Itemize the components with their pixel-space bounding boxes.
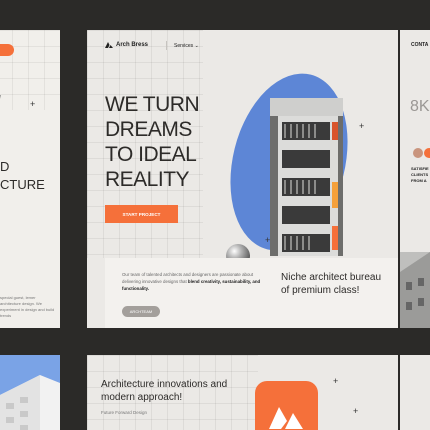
left-preview-text: special guest, lemer architecture design… <box>0 295 55 318</box>
about-panel: Our team of talented architects and desi… <box>105 258 398 328</box>
nav-services-label: Services <box>174 43 194 49</box>
left-cta-button[interactable] <box>0 44 14 56</box>
nav-services-menu[interactable]: Services ⌄ <box>174 43 199 49</box>
tagline: Niche architect bureau of premium class! <box>281 272 382 296</box>
plus-icon: + <box>333 376 339 386</box>
brand-name: Arch Bress <box>116 42 149 48</box>
building-photo <box>270 98 343 256</box>
avatar <box>424 148 430 158</box>
start-project-button[interactable]: START PROJECT <box>105 205 178 223</box>
hero-card: Arch Bress Services ⌄ WE TURN DREAMS TO … <box>87 30 398 328</box>
left-preview-title: D CTURE <box>0 159 45 192</box>
logo-icon <box>105 42 113 48</box>
archteam-tag[interactable]: ARCHTEAM <box>122 306 160 317</box>
logo-icon <box>269 407 303 429</box>
contact-link[interactable]: CONTA <box>411 42 428 48</box>
building-thumbnail <box>400 252 430 328</box>
innovation-subtitle: Future Forward Design <box>101 410 148 415</box>
showcase-canvas: + D CTURE special guest, lemer architect… <box>0 0 430 430</box>
chevron-down-icon: ⌄ <box>194 43 199 49</box>
bottom-right-preview-card <box>400 355 430 430</box>
building-sketch-icon <box>0 95 1 99</box>
brand-logo[interactable]: Arch Bress <box>105 42 148 48</box>
innovation-title: Architecture innovations and modern appr… <box>101 379 228 403</box>
brand-app-icon <box>255 381 318 430</box>
avatar <box>413 148 423 158</box>
building-thumbnail <box>0 355 60 430</box>
left-preview-card: + D CTURE special guest, lemer architect… <box>0 30 60 328</box>
bottom-left-preview-card <box>0 355 60 430</box>
plus-icon: + <box>30 99 36 109</box>
nav-divider <box>166 41 167 50</box>
hero-title: WE TURN DREAMS TO IDEAL REALITY <box>105 93 200 191</box>
stat-caption: SATISFIE CLIENTS FROM A <box>411 166 429 183</box>
plus-icon: + <box>353 406 359 416</box>
plus-icon: + <box>359 121 365 131</box>
plus-icon: + <box>265 235 271 245</box>
right-preview-card: CONTA 8K SATISFIE CLIENTS FROM A <box>400 30 430 328</box>
stat-value: 8K <box>410 98 430 115</box>
innovation-card: Architecture innovations and modern appr… <box>87 355 398 430</box>
about-text: Our team of talented architects and desi… <box>122 272 262 292</box>
